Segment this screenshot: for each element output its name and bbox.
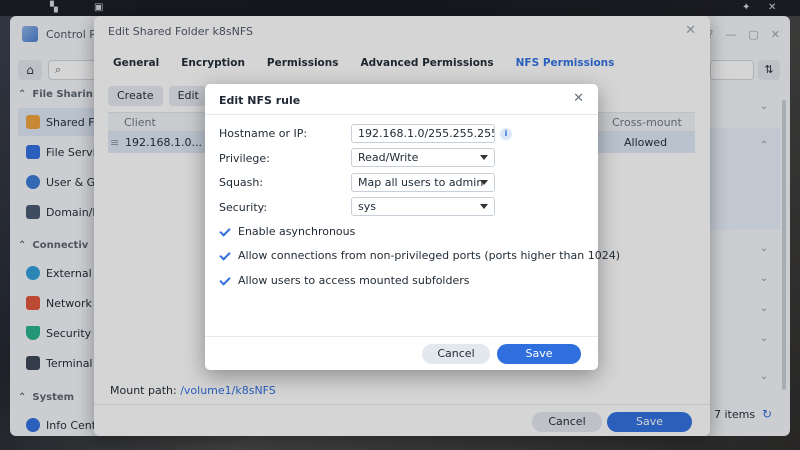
subfolders-checkbox-row[interactable]: Allow users to access mounted subfolders — [219, 274, 469, 287]
edit-nfs-rule-dialog: Edit NFS rule ✕ Hostname or IP: 192.168.… — [205, 84, 620, 370]
security-select[interactable]: sys — [351, 197, 495, 216]
hostname-input[interactable]: 192.168.1.0/255.255.255.0 — [351, 124, 495, 143]
close-icon[interactable]: ✕ — [573, 91, 584, 106]
hostname-label: Hostname or IP: — [219, 127, 308, 140]
squash-label: Squash: — [219, 176, 264, 189]
async-checkbox-row[interactable]: Enable asynchronous — [219, 225, 355, 238]
dialog-title: Edit NFS rule — [219, 94, 301, 107]
security-label: Security: — [219, 201, 268, 214]
chevron-down-icon — [480, 204, 488, 209]
cancel-button[interactable]: Cancel — [422, 344, 490, 364]
divider — [205, 114, 598, 115]
chevron-down-icon — [480, 180, 488, 185]
privilege-select[interactable]: Read/Write — [351, 148, 495, 167]
squash-select[interactable]: Map all users to admin — [351, 173, 495, 192]
nonprivileged-ports-checkbox-row[interactable]: Allow connections from non-privileged po… — [219, 249, 620, 262]
save-button[interactable]: Save — [497, 344, 581, 364]
checkbox-checked-icon[interactable] — [219, 226, 231, 238]
checkbox-checked-icon[interactable] — [219, 250, 231, 262]
checkbox-checked-icon[interactable] — [219, 275, 231, 287]
chevron-down-icon — [480, 155, 488, 160]
divider — [205, 336, 598, 337]
privilege-label: Privilege: — [219, 152, 270, 165]
info-icon[interactable]: i — [500, 128, 512, 140]
